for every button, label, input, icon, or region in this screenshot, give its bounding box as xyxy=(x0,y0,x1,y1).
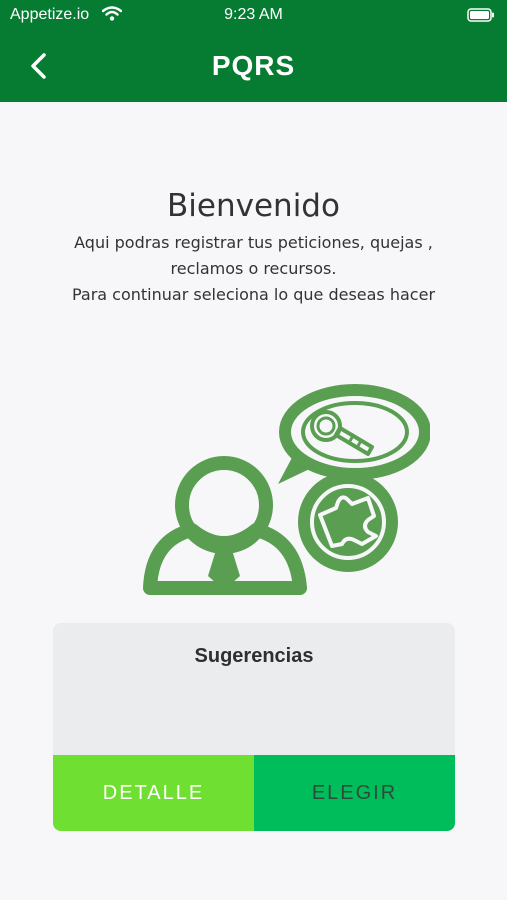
pqrs-illustration xyxy=(140,380,431,610)
welcome-line-1: Aqui podras registrar tus peticiones, qu… xyxy=(74,233,433,252)
navigation-bar: PQRS xyxy=(0,30,507,102)
person-icon xyxy=(143,456,307,595)
welcome-line-2: reclamos o recursos. xyxy=(170,259,337,278)
magnifier-icon xyxy=(278,384,431,484)
status-time: 9:23 AM xyxy=(224,6,283,23)
welcome-description: Aqui podras registrar tus peticiones, qu… xyxy=(30,230,477,308)
detail-button[interactable]: DETALLE xyxy=(53,755,254,831)
option-title: Sugerencias xyxy=(194,645,314,667)
status-bar: Appetize.io 9:23 AM xyxy=(0,0,507,30)
back-button[interactable] xyxy=(20,46,60,86)
battery-icon xyxy=(467,8,495,27)
option-card: Sugerencias DETALLE ELEGIR xyxy=(53,623,455,831)
page-title: PQRS xyxy=(211,50,296,81)
welcome-title: Bienvenido xyxy=(167,188,340,224)
welcome-line-3: Para continuar seleciona lo que deseas h… xyxy=(71,285,436,304)
chevron-left-icon xyxy=(31,53,46,79)
choose-button[interactable]: ELEGIR xyxy=(254,755,455,831)
puzzle-icon xyxy=(298,472,398,572)
